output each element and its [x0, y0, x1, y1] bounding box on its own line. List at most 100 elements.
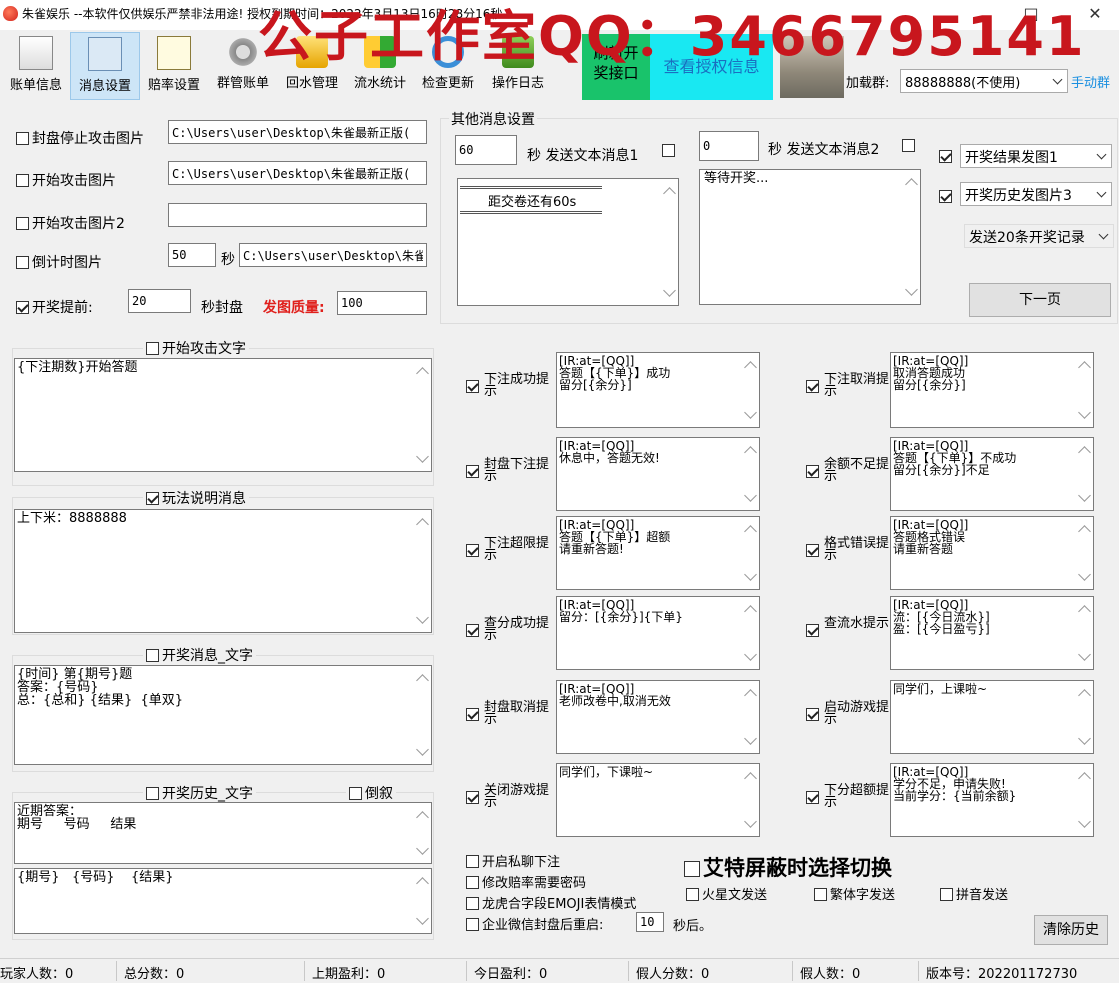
private-chat-checkbox[interactable]: 开启私聊下注 [466, 851, 560, 870]
prompt-text-area[interactable]: [IR:at=[QQ]] 答题【{下单}】成功 留分[{余分}] [556, 352, 760, 428]
prompt-text-area[interactable]: [IR:at=[QQ]] 流：[{今日流水}] 盈：[{今日盈亏}] [890, 596, 1094, 670]
modify-odds-checkbox[interactable]: 修改赔率需要密码 [466, 872, 586, 891]
checkbox-box [814, 888, 827, 901]
dragon-mode-checkbox[interactable]: 龙虎合字段EMOJI表情模式 [466, 893, 636, 912]
countdown-image-checkbox[interactable]: 倒计时图片 [16, 252, 102, 272]
msg1-text-area[interactable]: 距交卷还有60s [457, 178, 679, 306]
prompt-text-area[interactable]: 同学们，下课啦~ [556, 763, 760, 837]
start-attack-image2-checkbox[interactable]: 开始攻击图片2 [16, 213, 125, 233]
scrollbar[interactable] [414, 803, 431, 863]
scrollbar[interactable] [742, 597, 759, 669]
msg1-seconds-input[interactable] [455, 135, 517, 165]
status-total: 总分数：0 [124, 967, 185, 982]
prompt-text-area[interactable]: 同学们，上课啦~ [890, 680, 1094, 754]
history-header-value: 近期答案： 期号 号码 结果 [17, 804, 137, 832]
toolbar-message-button[interactable]: 消息设置 [70, 32, 140, 100]
prompt-checkbox[interactable] [806, 623, 822, 639]
prompt-checkbox[interactable] [806, 707, 822, 723]
start-attack-image-checkbox[interactable]: 开始攻击图片 [16, 170, 116, 190]
scrollbar[interactable] [742, 681, 759, 753]
msg1-checkbox[interactable] [662, 143, 678, 159]
chevron-down-icon [1052, 74, 1063, 85]
scrollbar[interactable] [1076, 517, 1093, 589]
stop-attack-image-checkbox[interactable]: 封盘停止攻击图片 [16, 128, 144, 148]
prompt-checkbox[interactable] [466, 464, 482, 480]
prompt-text-area[interactable]: [IR:at=[QQ]] 留分：[{余分}]{下单} [556, 596, 760, 670]
attack-text-area[interactable]: {下注期数}开始答题 [14, 358, 432, 472]
prompt-label: 启动游戏提示 [824, 700, 890, 727]
rules-checkbox[interactable]: 玩法说明消息 [143, 488, 249, 508]
start-attack-image-path[interactable] [168, 161, 427, 185]
toolbar-bill-button[interactable]: 账单信息 [2, 32, 70, 98]
scrollbar[interactable] [1076, 597, 1093, 669]
checkbox-box [806, 624, 819, 637]
history-row-area[interactable]: {期号} {号码} {结果} [14, 868, 432, 934]
prompt-text-area[interactable]: [IR:at=[QQ]] 答题【{下单}】不成功 留分[{余分}]不足 [890, 437, 1094, 511]
toolbar-odds-button[interactable]: 赔率设置 [140, 32, 208, 98]
quality-input[interactable] [337, 291, 427, 315]
restart-seconds-input[interactable] [636, 912, 664, 932]
ate-shield-toggle[interactable]: 艾特屏蔽时选择切换 [684, 852, 892, 882]
prompt-checkbox[interactable] [806, 379, 822, 395]
group-select[interactable]: 88888888(不使用) [900, 69, 1068, 93]
scrollbar[interactable] [742, 517, 759, 589]
pinyin-checkbox[interactable]: 拼音发送 [940, 884, 1008, 903]
clear-history-button[interactable]: 清除历史 [1034, 915, 1108, 945]
history-checkbox[interactable]: 开奖历史_文字 [143, 783, 256, 803]
scrollbar[interactable] [742, 353, 759, 427]
send-records-select[interactable]: 发送20条开奖记录 [964, 224, 1114, 248]
result-image-checkbox[interactable] [939, 149, 955, 165]
prompt-text-area[interactable]: [IR:at=[QQ]] 休息中，答题无效! [556, 437, 760, 511]
prompt-text-area[interactable]: [IR:at=[QQ]] 取消答题成功 留分[{余分}] [890, 352, 1094, 428]
prompt-checkbox[interactable] [466, 543, 482, 559]
prompt-text-area[interactable]: [IR:at=[QQ]] 答题【{下单}】超额 请重新答题! [556, 516, 760, 590]
scrollbar[interactable] [1076, 764, 1093, 836]
history-header-area[interactable]: 近期答案： 期号 号码 结果 [14, 802, 432, 864]
mars-checkbox[interactable]: 火星文发送 [686, 884, 767, 903]
scrollbar[interactable] [1076, 681, 1093, 753]
prompt-text-area[interactable]: [IR:at=[QQ]] 老师改卷中,取消无效 [556, 680, 760, 754]
wechat-restart-checkbox[interactable]: 企业微信封盘后重启: [466, 914, 603, 933]
scrollbar[interactable] [414, 666, 431, 764]
scrollbar[interactable] [1076, 438, 1093, 510]
scrollbar[interactable] [661, 179, 678, 305]
prompt-checkbox[interactable] [806, 790, 822, 806]
scrollbar[interactable] [414, 359, 431, 471]
seal-label: 秒封盘 [201, 300, 243, 316]
lottery-msg-checkbox[interactable]: 开奖消息_文字 [143, 645, 256, 665]
scrollbar[interactable] [742, 764, 759, 836]
scrollbar[interactable] [1076, 353, 1093, 427]
lottery-msg-text-area[interactable]: {时间} 第{期号}题 答案：{号码} 总：{总和} {结果} {单双} [14, 665, 432, 765]
prompt-checkbox[interactable] [466, 707, 482, 723]
prompt-checkbox[interactable] [466, 790, 482, 806]
prompt-checkbox[interactable] [806, 543, 822, 559]
msg2-text-area[interactable]: 等待开奖... [699, 169, 921, 305]
prompt-text-area[interactable]: [IR:at=[QQ]] 答题格式错误 请重新答题 [890, 516, 1094, 590]
prompt-checkbox[interactable] [466, 623, 482, 639]
countdown-seconds-input[interactable] [168, 243, 216, 267]
history-image-select[interactable]: 开奖历史发图片3 [960, 182, 1112, 206]
countdown-image-path[interactable] [239, 243, 427, 267]
rules-text-area[interactable]: 上下米：8888888 [14, 509, 432, 633]
scrollbar[interactable] [414, 510, 431, 632]
lottery-ahead-input[interactable] [128, 289, 191, 313]
stop-attack-image-path[interactable] [168, 120, 427, 144]
next-page-button[interactable]: 下一页 [969, 283, 1111, 317]
traditional-checkbox[interactable]: 繁体字发送 [814, 884, 895, 903]
prompt-checkbox[interactable] [466, 379, 482, 395]
reverse-checkbox[interactable]: 倒叙 [346, 783, 396, 803]
scrollbar[interactable] [903, 170, 920, 304]
start-attack-image2-path[interactable] [168, 203, 427, 227]
prompt-checkbox[interactable] [806, 464, 822, 480]
history-image-checkbox[interactable] [939, 189, 955, 205]
scrollbar[interactable] [742, 438, 759, 510]
result-image-select[interactable]: 开奖结果发图1 [960, 144, 1112, 168]
attack-text-checkbox[interactable]: 开始攻击文字 [143, 338, 249, 358]
lottery-ahead-checkbox[interactable]: 开奖提前: [16, 297, 93, 317]
manual-group-link[interactable]: 手动群 [1071, 72, 1110, 91]
msg2-checkbox[interactable] [902, 138, 918, 154]
scrollbar[interactable] [414, 869, 431, 933]
msg2-seconds-input[interactable] [699, 131, 759, 161]
prompt-text-area[interactable]: [IR:at=[QQ]] 学分不足，申请失败! 当前学分：{当前余额} [890, 763, 1094, 837]
chevron-down-icon [1098, 229, 1109, 240]
